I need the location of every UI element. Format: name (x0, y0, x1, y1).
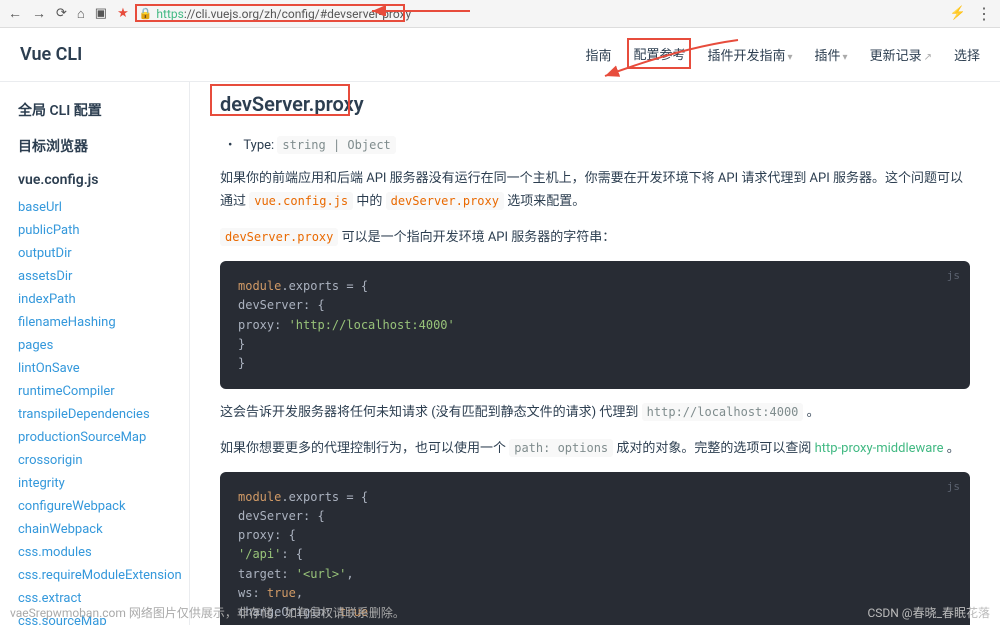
sidebar-section-global[interactable]: 全局 CLI 配置 (18, 100, 189, 120)
paragraph: devServer.proxy 可以是一个指向开发环境 API 服务器的字符串： (220, 226, 970, 249)
back-icon[interactable]: ← (8, 5, 22, 22)
logo[interactable]: Vue CLI (20, 44, 82, 65)
sidebar-item[interactable]: runtimeCompiler (18, 380, 189, 403)
watermark-left: vaeSrepwmoban.com 网络图片仅供展示，非存储，如有侵权请联系删除… (10, 604, 405, 621)
sidebar-item[interactable]: assetsDir (18, 265, 189, 288)
star-icon[interactable]: ★ (117, 6, 129, 21)
forward-icon[interactable]: → (32, 5, 46, 22)
code-block-2: js module.exports = { devServer: { proxy… (220, 472, 970, 625)
nav-plugins[interactable]: 插件▾ (815, 41, 848, 68)
sidebar-item[interactable]: filenameHashing (18, 311, 189, 334)
sidebar-section-vueconfig[interactable]: vue.config.js (18, 172, 189, 188)
nav-changelog[interactable]: 更新记录↗ (870, 41, 932, 68)
sidebar-item[interactable]: transpileDependencies (18, 403, 189, 426)
nav-plugin-dev[interactable]: 插件开发指南▾ (707, 41, 792, 68)
type-line: Type: string | Object (242, 138, 970, 153)
type-value: string | Object (277, 136, 395, 154)
url-path: /zh/config/#devserver-proxy (259, 7, 411, 21)
sidebar-item[interactable]: configureWebpack (18, 495, 189, 518)
nav-links: 指南 配置参考 插件开发指南▾ 插件▾ 更新记录↗ 选择 (585, 40, 980, 69)
sidebar-item[interactable]: css.requireModuleExtension (18, 564, 189, 587)
sidebar-item[interactable]: integrity (18, 472, 189, 495)
paragraph: 这会告诉开发服务器将任何未知请求 (没有匹配到静态文件的请求) 代理到 http… (220, 401, 970, 424)
url-host: ://cli.vuejs.org (184, 7, 259, 21)
lightning-icon[interactable]: ⚡ (950, 6, 966, 21)
sidebar-item[interactable]: crossorigin (18, 449, 189, 472)
top-nav: Vue CLI 指南 配置参考 插件开发指南▾ 插件▾ 更新记录↗ 选择 (0, 28, 1000, 82)
sidebar-item[interactable]: lintOnSave (18, 357, 189, 380)
sidebar-item[interactable]: chainWebpack (18, 518, 189, 541)
sidebar-item[interactable]: publicPath (18, 219, 189, 242)
chevron-down-icon: ▾ (843, 52, 848, 63)
code-lang: js (947, 267, 960, 285)
paragraph: 如果你想要更多的代理控制行为，也可以使用一个 path: options 成对的… (220, 437, 970, 460)
external-icon: ↗ (924, 52, 932, 63)
sidebar-item[interactable]: pages (18, 334, 189, 357)
sidebar-item[interactable]: productionSourceMap (18, 426, 189, 449)
nav-select[interactable]: 选择 (954, 41, 980, 68)
paragraph: 如果你的前端应用和后端 API 服务器没有运行在同一个主机上，你需要在开发环境下… (220, 167, 970, 214)
home-icon[interactable]: ⌂ (77, 6, 85, 22)
content[interactable]: devServer.proxy Type: string | Object 如果… (190, 82, 1000, 625)
sidebar-item[interactable]: indexPath (18, 288, 189, 311)
nav-config[interactable]: 配置参考 (633, 40, 685, 69)
lock-icon: 🔒 (139, 7, 153, 20)
bookmark-icon[interactable]: ▣ (95, 6, 107, 21)
link-http-proxy[interactable]: http-proxy-middleware (815, 441, 944, 456)
page-title: devServer.proxy (220, 92, 364, 116)
chevron-down-icon: ▾ (788, 52, 793, 63)
reload-icon[interactable]: ⟳ (56, 6, 67, 21)
nav-guide[interactable]: 指南 (585, 41, 611, 68)
sidebar-section-browsers[interactable]: 目标浏览器 (18, 136, 189, 156)
sidebar-item[interactable]: baseUrl (18, 196, 189, 219)
sidebar-item[interactable]: outputDir (18, 242, 189, 265)
watermark-right: CSDN @春晓_春眠花落 (867, 604, 990, 621)
code-block-1: js module.exports = { devServer: { proxy… (220, 261, 970, 389)
browser-bar: ← → ⟳ ⌂ ▣ ★ 🔒 https://cli.vuejs.org/zh/c… (0, 0, 1000, 28)
url-bar[interactable]: 🔒 https://cli.vuejs.org/zh/config/#devse… (139, 7, 940, 21)
menu-icon[interactable]: ⋮ (976, 4, 992, 23)
url-protocol: https (156, 7, 183, 21)
code-lang: js (947, 478, 960, 496)
sidebar-item[interactable]: css.modules (18, 541, 189, 564)
sidebar[interactable]: 全局 CLI 配置 目标浏览器 vue.config.js baseUrl pu… (0, 82, 190, 625)
